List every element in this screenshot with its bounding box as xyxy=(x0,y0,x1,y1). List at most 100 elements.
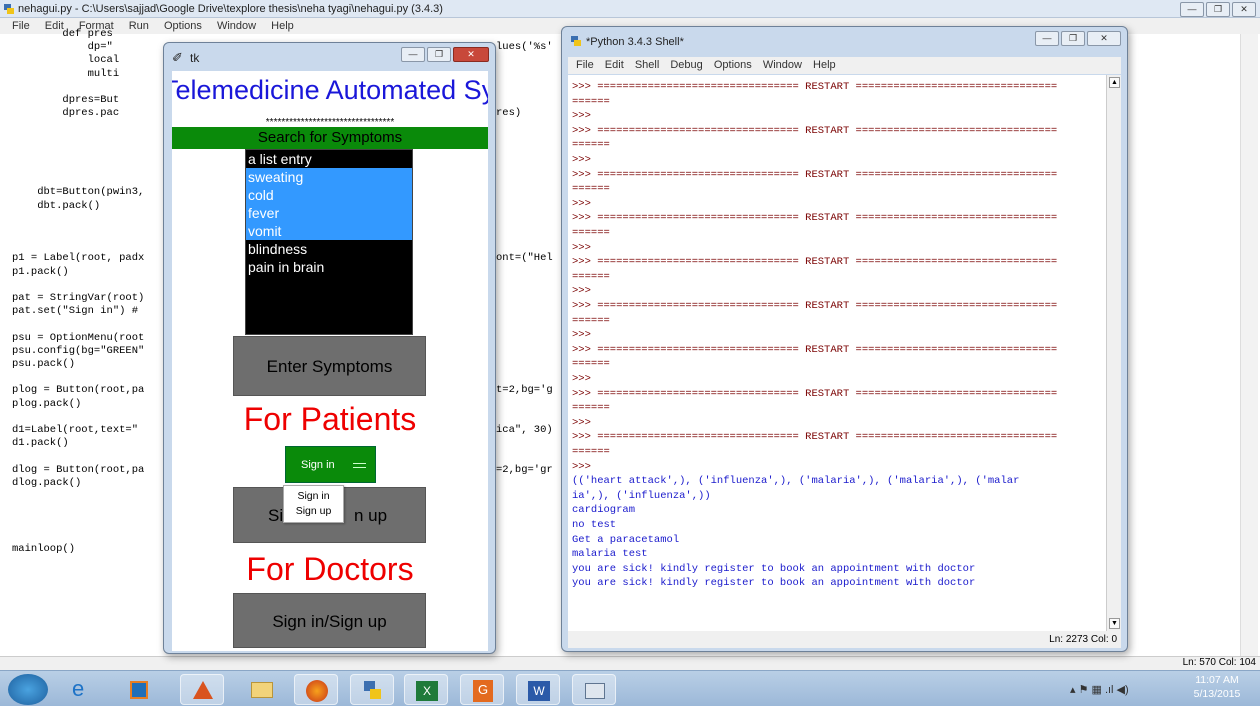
shell-prompt: >>> xyxy=(572,329,591,342)
tk-maximize-button[interactable]: ❐ xyxy=(427,47,451,62)
symptom-list-item[interactable]: pain in brain xyxy=(246,258,412,276)
taskbar-word-icon[interactable]: W xyxy=(516,674,560,705)
taskbar-explorer-icon[interactable] xyxy=(240,674,284,705)
code-line: local xyxy=(12,54,120,67)
shell-output-line: cardiogram xyxy=(572,504,636,517)
shell-restart-tail: ====== xyxy=(572,139,610,152)
menu-help[interactable]: Help xyxy=(271,20,294,32)
code-line: psu.config(bg="GREEN" xyxy=(12,344,145,357)
symptom-list-item[interactable]: cold xyxy=(246,186,412,204)
taskbar-excel-icon[interactable]: X xyxy=(404,674,448,705)
minimize-button[interactable]: — xyxy=(1180,2,1204,17)
code-line-fragment: lues('%s' xyxy=(496,41,553,54)
shell-menu-edit[interactable]: Edit xyxy=(605,59,624,71)
shell-scrollbar[interactable]: ▲ ▼ xyxy=(1106,75,1121,631)
option-indicator-icon xyxy=(353,463,366,468)
shell-minimize-button[interactable]: — xyxy=(1035,31,1059,46)
taskbar-clock[interactable]: 11:07 AM 5/13/2015 xyxy=(1182,673,1252,701)
scroll-down-icon[interactable]: ▼ xyxy=(1109,618,1120,629)
shell-menu-help[interactable]: Help xyxy=(813,59,836,71)
shell-output-line: Get a paracetamol xyxy=(572,533,680,546)
shell-maximize-button[interactable]: ❐ xyxy=(1061,31,1085,46)
maximize-button[interactable]: ❐ xyxy=(1206,2,1230,17)
shell-status-bar: Ln: 2273 Col: 0 xyxy=(568,631,1121,648)
symptom-list-item[interactable]: sweating xyxy=(246,168,412,186)
tk-minimize-button[interactable]: — xyxy=(401,47,425,62)
code-line: dlog.pack() xyxy=(12,476,82,489)
editor-title: nehagui.py - C:\Users\sajjad\Google Driv… xyxy=(18,3,443,15)
code-line: plog = Button(root,pa xyxy=(12,384,145,397)
shell-menu-bar: File Edit Shell Debug Options Window Hel… xyxy=(568,57,1121,74)
menu-window[interactable]: Window xyxy=(217,20,256,32)
doctor-signin-signup-button[interactable]: Sign in/Sign up xyxy=(233,593,426,648)
shell-restart-tail: ====== xyxy=(572,227,610,239)
shell-output-line: no test xyxy=(572,519,617,531)
taskbar-firefox-icon[interactable] xyxy=(294,674,338,705)
scroll-up-icon[interactable]: ▲ xyxy=(1109,77,1120,88)
feather-icon: ✐ xyxy=(172,50,183,65)
shell-restart-tail: ====== xyxy=(572,270,610,283)
start-button[interactable] xyxy=(8,674,48,705)
code-line: p1.pack() xyxy=(12,265,69,278)
shell-restart-tail: ====== xyxy=(572,183,610,196)
shell-menu-window[interactable]: Window xyxy=(763,59,802,71)
clock-date: 5/13/2015 xyxy=(1193,688,1241,700)
tk-content: Telemedicine Automated Syste ***********… xyxy=(172,71,488,651)
shell-prompt: >>> xyxy=(572,460,591,473)
shell-restart-tail: ====== xyxy=(572,402,610,415)
code-line: dpres.pac xyxy=(12,107,120,120)
taskbar-ie-icon[interactable]: e xyxy=(60,674,104,705)
taskbar-python-icon[interactable] xyxy=(350,674,394,705)
signup-text-right: n up xyxy=(354,506,388,525)
shell-menu-options[interactable]: Options xyxy=(714,59,752,71)
close-button[interactable]: ✕ xyxy=(1232,2,1256,17)
taskbar-window-icon[interactable] xyxy=(572,674,616,705)
taskbar-matlab-icon[interactable] xyxy=(180,674,224,705)
shell-restart-tail: ====== xyxy=(572,314,610,327)
code-line-fragment: t=2,bg='g xyxy=(496,384,553,397)
code-line: pat = StringVar(root) xyxy=(12,292,145,304)
symptom-list-item[interactable]: vomit xyxy=(246,222,412,240)
shell-menu-shell[interactable]: Shell xyxy=(635,59,659,71)
shell-close-button[interactable]: ✕ xyxy=(1087,31,1121,46)
shell-restart-line: >>> ================================ RES… xyxy=(572,387,1058,400)
editor-status-text: Ln: 570 Col: 104 xyxy=(1182,657,1256,668)
code-line: dlog = Button(root,pa xyxy=(12,463,145,476)
shell-prompt: >>> xyxy=(572,154,591,166)
sign-in-option-menu[interactable]: Sign in xyxy=(285,446,376,483)
symptom-list-item[interactable]: fever xyxy=(246,204,412,222)
menu-options[interactable]: Options xyxy=(164,20,202,32)
tk-title: tk xyxy=(190,51,200,65)
code-line: p1 = Label(root, padx xyxy=(12,252,145,265)
shell-title: *Python 3.4.3 Shell* xyxy=(586,36,684,48)
dropdown-item-sign-up[interactable]: Sign up xyxy=(284,503,343,520)
code-line: d1=Label(root,text=" xyxy=(12,424,139,436)
shell-prompt: >>> xyxy=(572,241,591,254)
editor-scrollbar[interactable] xyxy=(1240,34,1258,656)
symptoms-listbox[interactable]: a list entry sweating cold fever vomit blindn… xyxy=(245,149,413,335)
shell-output-line: malaria test xyxy=(572,548,648,561)
taskbar-outlook-icon[interactable] xyxy=(118,674,162,705)
code-line: dbt=Button(pwin3, xyxy=(12,186,145,199)
signup-text-left: Si xyxy=(268,506,284,525)
code-line-fragment: ont=("Hel xyxy=(496,252,553,265)
app-title: Telemedicine Automated Syste xyxy=(172,75,488,105)
taskbar-pdf-icon[interactable]: G xyxy=(460,674,504,705)
tk-close-button[interactable]: ✕ xyxy=(453,47,489,62)
shell-restart-line: >>> ================================ RES… xyxy=(572,343,1058,356)
menu-run[interactable]: Run xyxy=(129,20,149,32)
shell-prompt: >>> xyxy=(572,285,591,298)
symptom-list-item[interactable]: blindness xyxy=(246,240,412,258)
system-tray[interactable]: ▴ ⚑ ▦ .ıl ◀) xyxy=(1070,683,1129,696)
shell-restart-line: >>> ================================ RES… xyxy=(572,81,1058,93)
shell-menu-file[interactable]: File xyxy=(576,59,594,71)
shell-prompt: >>> xyxy=(572,373,591,385)
shell-output-area[interactable]: >>> ================================ RES… xyxy=(568,75,1106,631)
shell-title-bar: *Python 3.4.3 Shell* — ❐ ✕ xyxy=(562,27,1127,55)
symptom-list-item[interactable]: a list entry xyxy=(246,150,412,168)
shell-restart-line: >>> ================================ RES… xyxy=(572,168,1058,181)
shell-output-line: you are sick! kindly register to book an… xyxy=(572,577,976,590)
enter-symptoms-button[interactable]: Enter Symptoms xyxy=(233,336,426,396)
shell-status-text: Ln: 2273 Col: 0 xyxy=(1049,634,1117,645)
shell-menu-debug[interactable]: Debug xyxy=(670,59,702,71)
